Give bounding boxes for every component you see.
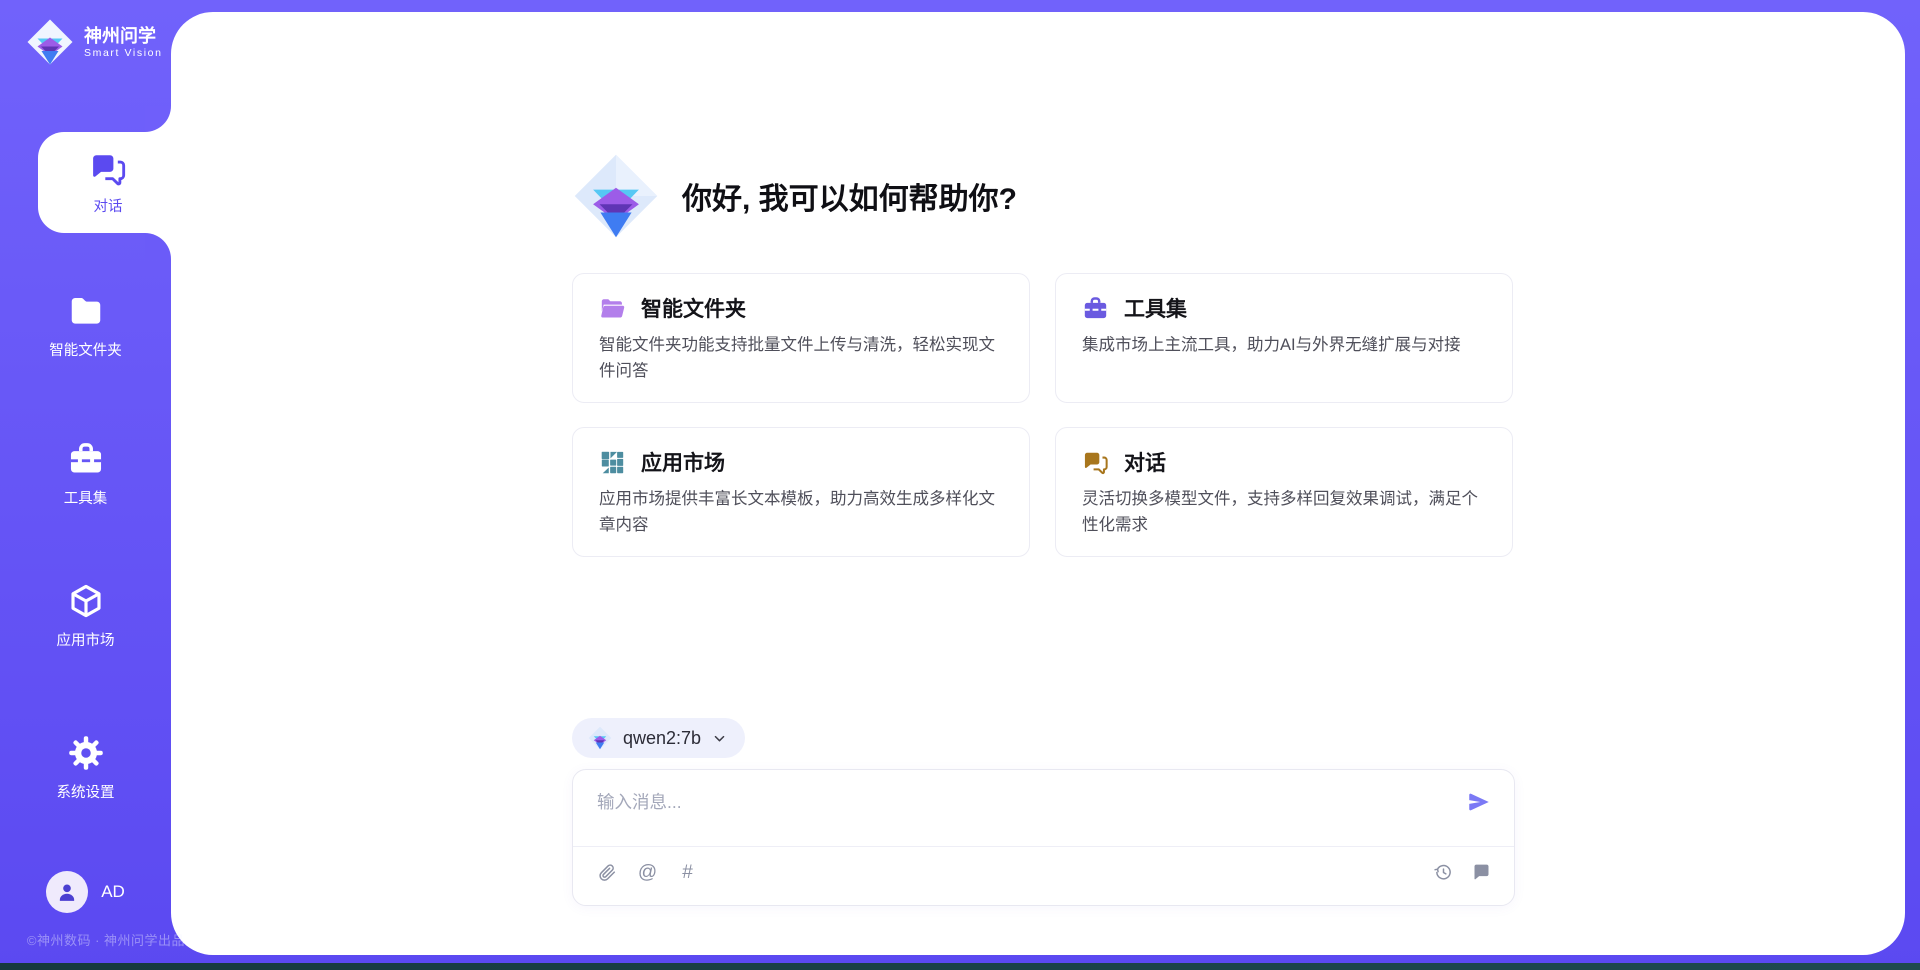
sidebar-item-label: 系统设置 xyxy=(57,781,115,802)
card-title: 对话 xyxy=(1124,447,1166,477)
card-app-market[interactable]: 应用市场 应用市场提供丰富长文本模板，助力高效生成多样化文章内容 xyxy=(572,427,1030,557)
greeting-title: 你好, 我可以如何帮助你? xyxy=(682,174,1017,218)
grid-icon xyxy=(599,449,626,476)
mention-icon[interactable]: @ xyxy=(637,862,658,883)
chat-icon xyxy=(89,150,127,188)
gear-icon xyxy=(67,734,105,772)
open-folder-icon xyxy=(599,295,626,322)
bottom-edge xyxy=(0,963,1920,970)
message-composer: @ # xyxy=(572,769,1515,906)
cube-icon xyxy=(67,582,105,620)
avatar xyxy=(46,871,88,913)
send-icon[interactable] xyxy=(1466,789,1492,815)
brand-name: 神州问学 xyxy=(84,25,163,47)
composer-toolbar: @ # xyxy=(597,862,1492,883)
topic-icon[interactable]: # xyxy=(677,862,698,883)
person-icon xyxy=(54,879,80,905)
tab-fillet-top xyxy=(145,106,171,132)
chevron-down-icon xyxy=(712,731,727,746)
folder-icon xyxy=(67,292,105,330)
user-account[interactable]: AD xyxy=(0,871,171,913)
card-title: 工具集 xyxy=(1124,293,1187,323)
card-chat[interactable]: 对话 灵活切换多模型文件，支持多样回复效果调试，满足个性化需求 xyxy=(1055,427,1513,557)
history-icon[interactable] xyxy=(1433,862,1454,883)
composer-divider xyxy=(573,846,1514,847)
sidebar-item-app-market[interactable]: 应用市场 xyxy=(0,582,171,650)
sidebar-item-toolset[interactable]: 工具集 xyxy=(0,440,171,508)
greeting: 你好, 我可以如何帮助你? xyxy=(572,152,1017,240)
brand-subtitle: Smart Vision xyxy=(84,47,163,59)
toolbox-icon xyxy=(67,440,105,478)
card-smart-folder[interactable]: 智能文件夹 智能文件夹功能支持批量文件上传与清洗，轻松实现文件问答 xyxy=(572,273,1030,403)
feature-cards: 智能文件夹 智能文件夹功能支持批量文件上传与清洗，轻松实现文件问答 工具集 集成… xyxy=(572,273,1515,557)
sidebar-item-label: 应用市场 xyxy=(57,629,115,650)
model-logo-icon xyxy=(588,726,612,750)
card-description: 智能文件夹功能支持批量文件上传与清洗，轻松实现文件问答 xyxy=(599,332,1003,384)
card-description: 灵活切换多模型文件，支持多样回复效果调试，满足个性化需求 xyxy=(1082,486,1486,538)
sidebar-item-label: 智能文件夹 xyxy=(49,339,122,360)
tab-fillet-bottom xyxy=(145,233,171,259)
attachment-icon[interactable] xyxy=(597,862,618,883)
message-input[interactable] xyxy=(597,792,1466,813)
card-title: 应用市场 xyxy=(641,447,725,477)
sidebar-item-chat[interactable]: 对话 xyxy=(38,132,178,233)
brand: 神州问学 Smart Vision xyxy=(26,18,163,66)
sidebar-item-smart-folder[interactable]: 智能文件夹 xyxy=(0,292,171,360)
assistant-logo-icon xyxy=(572,152,660,240)
sidebar: 神州问学 Smart Vision 对话 智能文件夹 工具集 xyxy=(0,0,171,963)
model-selector[interactable]: qwen2:7b xyxy=(572,718,745,758)
brand-logo-icon xyxy=(26,18,74,66)
toolbox-icon xyxy=(1082,295,1109,322)
sidebar-item-label: 工具集 xyxy=(64,487,108,508)
card-description: 集成市场上主流工具，助力AI与外界无缝扩展与对接 xyxy=(1082,332,1486,358)
sidebar-item-label: 对话 xyxy=(94,195,123,216)
card-title: 智能文件夹 xyxy=(641,293,746,323)
model-name: qwen2:7b xyxy=(623,728,701,749)
chat-icon xyxy=(1082,449,1109,476)
copyright-text: ©神州数码 · 神州问学出品 xyxy=(6,930,206,949)
user-name: AD xyxy=(101,882,125,902)
card-toolset[interactable]: 工具集 集成市场上主流工具，助力AI与外界无缝扩展与对接 xyxy=(1055,273,1513,403)
card-description: 应用市场提供丰富长文本模板，助力高效生成多样化文章内容 xyxy=(599,486,1003,538)
comment-icon[interactable] xyxy=(1471,862,1492,883)
sidebar-item-settings[interactable]: 系统设置 xyxy=(0,734,171,802)
